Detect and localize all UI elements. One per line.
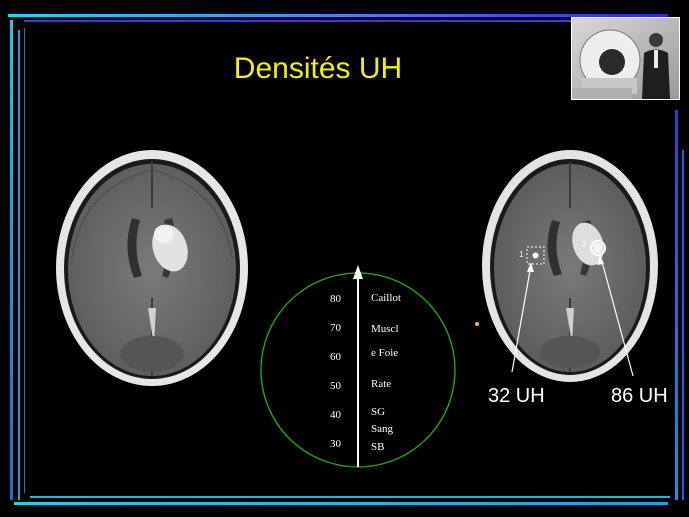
tissue-sb: SB bbox=[371, 441, 385, 453]
tissue-caillot: Caillot bbox=[371, 292, 401, 304]
scale-tick-70: 70 bbox=[330, 322, 341, 334]
tissue-muscle: Muscl bbox=[371, 323, 399, 335]
tissue-foie: e Foie bbox=[371, 347, 399, 359]
tissue-rate: Rate bbox=[371, 378, 392, 390]
scale-tick-60: 60 bbox=[330, 351, 341, 363]
density-scale-circle bbox=[260, 265, 456, 468]
tissue-sg: SG bbox=[371, 406, 386, 418]
scale-tick-40: 40 bbox=[330, 409, 341, 421]
scale-tick-50: 50 bbox=[330, 380, 341, 392]
scale-tick-30: 30 bbox=[330, 438, 341, 450]
scale-tick-80: 80 bbox=[330, 293, 341, 305]
slide: Densités UH 1 2 32 UH 86 UH 80 70 60 50 … bbox=[0, 0, 689, 517]
tissue-sang: Sang bbox=[371, 423, 393, 435]
